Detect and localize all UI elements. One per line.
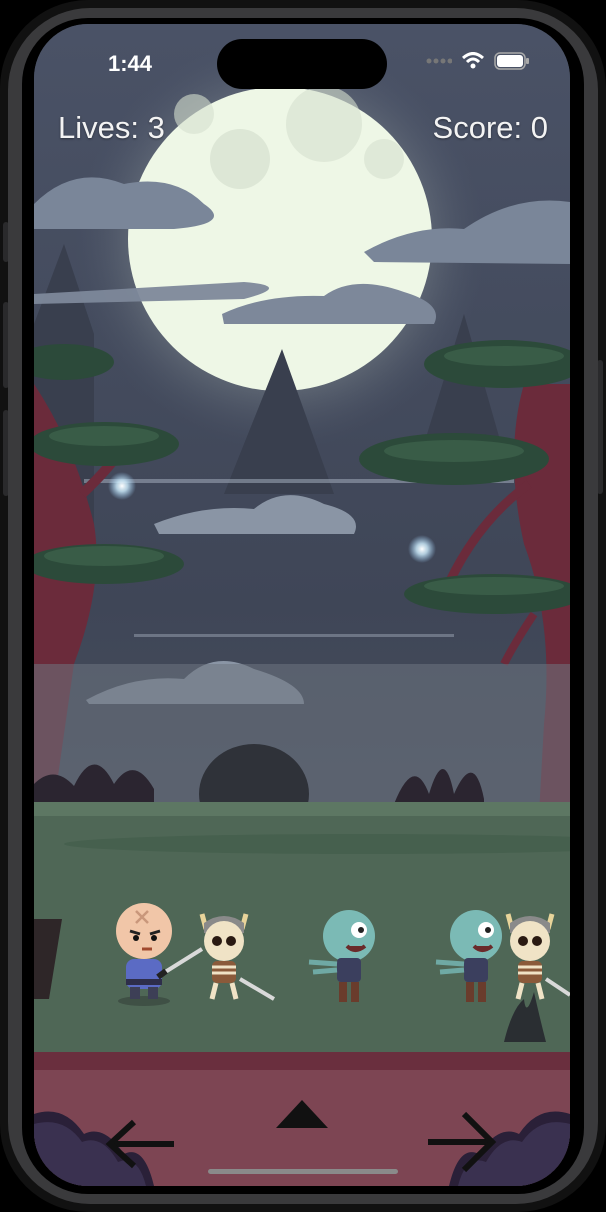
arrow-right-icon bbox=[428, 1111, 497, 1173]
arrow-up-icon bbox=[276, 1100, 328, 1128]
phone-device: 1:44 Lives: 3 Score: 0 bbox=[0, 0, 606, 1212]
battery-icon bbox=[494, 52, 529, 70]
status-icons bbox=[426, 52, 530, 70]
status-time: 1:44 bbox=[108, 51, 153, 76]
spirit-wisp bbox=[108, 472, 136, 500]
dynamic-island bbox=[217, 39, 387, 89]
wifi-icon bbox=[462, 52, 484, 69]
move-left-button[interactable] bbox=[104, 1110, 184, 1170]
arrow-left-icon bbox=[105, 1119, 174, 1169]
game-screen[interactable]: 1:44 Lives: 3 Score: 0 bbox=[34, 24, 570, 1186]
move-right-button[interactable] bbox=[424, 1108, 504, 1174]
game-controls bbox=[34, 1052, 570, 1186]
jump-button[interactable] bbox=[274, 1096, 330, 1132]
lives-counter: Lives: 3 bbox=[58, 110, 165, 145]
game-scene bbox=[34, 24, 570, 1186]
home-indicator[interactable] bbox=[208, 1169, 398, 1174]
spirit-wisp bbox=[408, 535, 436, 563]
score-counter: Score: 0 bbox=[432, 110, 548, 145]
signal-dots-icon bbox=[426, 58, 452, 64]
